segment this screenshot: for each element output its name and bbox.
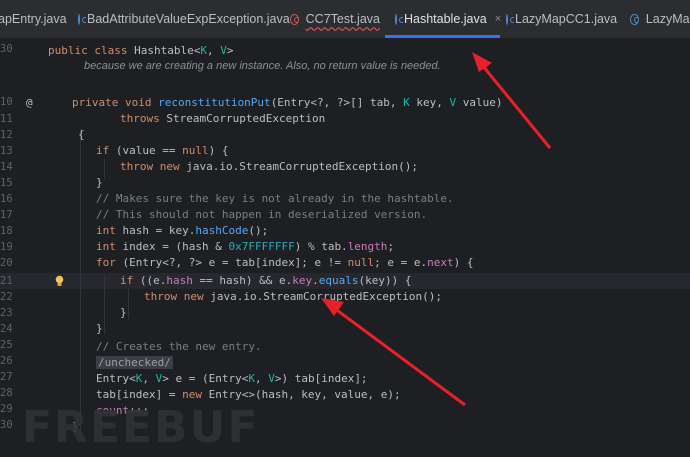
code-line: } [120,306,127,319]
code-line: } [96,322,103,335]
line-number: 30 [0,43,13,55]
code-line: private void reconstitutionPut(Entry<?, … [72,96,503,109]
code-comment: // Creates the new entry. [96,340,262,353]
tab-cc7test[interactable]: CC7Test.java [290,0,380,38]
unchecked-annotation: /unchecked/ [96,356,173,369]
line-number: 18 [0,225,13,237]
code-comment: // This should not happen in deserialize… [96,208,428,221]
java-class-icon [78,13,86,25]
code-line: for (Entry<?, ?> e = tab[index]; e != nu… [96,256,474,269]
code-comment: // Makes sure the key is not already in … [96,192,454,205]
line-number: 23 [0,307,13,319]
java-class-icon [630,13,639,25]
indent-guide [104,159,105,179]
tab-badattributevalueexpexception[interactable]: BadAttributeValueExpException.java [78,0,290,38]
line-number: 20 [0,257,13,269]
lightbulb-icon[interactable] [55,275,64,287]
line-number: 17 [0,209,13,221]
tab-mapentry[interactable]: apEntry.java [0,0,84,38]
tab-lazymap[interactable]: LazyMap. [630,0,690,38]
close-icon[interactable]: × [495,13,501,25]
tab-label: LazyMapCC1.java [515,12,618,26]
code-line: int index = (hash & 0x7FFFFFFF) % tab.le… [96,240,395,253]
code-line: } [96,176,103,189]
line-number: 22 [0,291,13,303]
code-line: throw new java.io.StreamCorruptedExcepti… [120,160,419,173]
code-line: { [78,128,85,141]
indent-guide [104,274,105,334]
tab-label: CC7Test.java [305,12,380,26]
override-marker-icon[interactable]: @ [26,96,33,109]
code-line: throw new java.io.StreamCorruptedExcepti… [144,290,443,303]
java-class-icon [290,13,299,25]
line-number: 25 [0,339,13,351]
line-number: 26 [0,355,13,367]
code-line: int hash = key.hashCode(); [96,224,269,237]
tab-label: Hashtable.java [404,12,487,26]
tab-hashtable[interactable]: Hashtable.java × [385,0,501,38]
doc-hint: because we are creating a new instance. … [84,60,441,72]
line-number: 29 [0,403,13,415]
code-line: if (value == null) { [96,144,229,157]
line-number: 14 [0,161,13,173]
line-number: 16 [0,193,13,205]
line-number: 21 [0,275,13,287]
code-editor[interactable]: 30 10 11 12 13 14 15 16 17 18 19 20 21 2… [0,39,690,457]
code-line: public class Hashtable<K, V> [48,44,234,57]
line-number: 27 [0,371,13,383]
code-line: Entry<K, V> e = (Entry<K, V>) tab[index]… [96,372,368,385]
line-number: 12 [0,129,13,141]
line-number: 13 [0,145,13,157]
code-line-current: if ((e.hash == hash) && e.key.equals(key… [120,274,412,287]
line-number: 11 [0,113,13,125]
line-number: 24 [0,323,13,335]
code-line: tab[index] = new Entry<>(hash, key, valu… [96,388,401,401]
tab-lazymapcc1[interactable]: LazyMapCC1.java [506,0,618,38]
indent-guide [80,129,81,429]
freebuf-watermark: FREEBUF [22,402,260,453]
code-line: throws StreamCorruptedException [120,112,326,125]
line-number: 19 [0,241,13,253]
line-number: 28 [0,387,13,399]
tab-label: apEntry.java [0,12,67,26]
line-number: 10 [0,96,13,108]
java-class-icon [395,13,403,25]
java-class-icon [506,13,514,25]
line-number: 30 [0,419,13,431]
line-number: 15 [0,177,13,189]
editor-tab-bar: apEntry.java BadAttributeValueExpExcepti… [0,0,690,39]
tab-label: LazyMap. [645,12,690,26]
tab-label: BadAttributeValueExpException.java [87,12,290,26]
indent-guide [128,289,129,319]
